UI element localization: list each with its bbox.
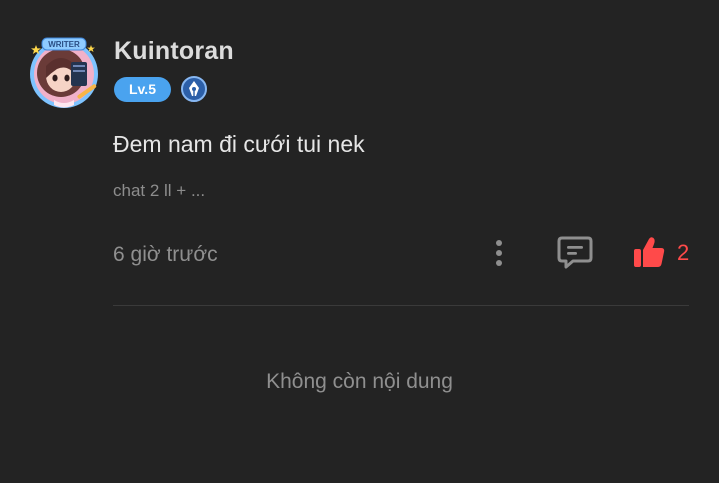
avatar-image-icon: WRITER [30,37,98,108]
reply-button[interactable] [556,235,594,271]
thumbs-up-icon [634,237,665,267]
avatar-badge-text: WRITER [48,40,80,49]
empty-state-message: Không còn nội dung [266,370,453,393]
more-options-button[interactable] [488,238,510,268]
level-badge: Lv.5 [114,77,171,102]
comment-text: Đem nam đi cưới tui nek [113,131,365,157]
like-count: 2 [677,240,690,265]
divider [113,305,689,306]
comment-icon [557,236,593,269]
more-vertical-icon [496,240,502,266]
like-button[interactable]: 2 [632,235,692,271]
quoted-text[interactable]: chat 2 ll + ... [113,180,205,202]
pen-nib-icon [181,76,207,102]
author-avatar[interactable]: WRITER [24,36,104,110]
comment-page: WRITER Kuintoran Lv.5 Đem nam đi cưới tu… [0,0,719,483]
comment-timestamp: 6 giờ trước [113,243,218,266]
author-name[interactable]: Kuintoran [114,36,234,66]
